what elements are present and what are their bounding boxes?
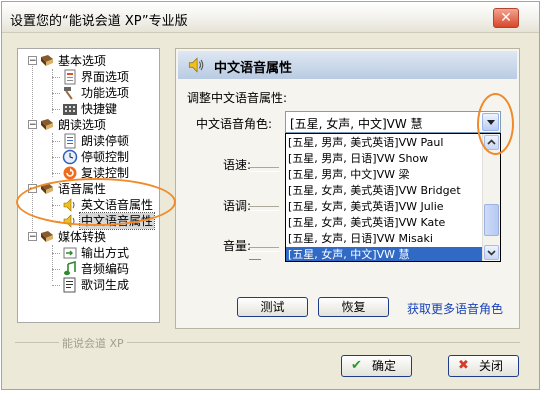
document-icon <box>64 133 76 149</box>
footer-divider: 能说会道 XP <box>15 335 520 351</box>
speed-label: 语速: <box>223 158 252 172</box>
lyrics-icon <box>63 277 76 293</box>
dropdown-option[interactable]: [五星, 女声, 日语]VW Misaki <box>286 231 483 247</box>
dropdown-option[interactable]: [五星, 女声, 美式英语]VW Bridget <box>286 183 483 199</box>
dropdown-option[interactable]: [五星, 男声, 美式英语]VW Paul <box>286 135 483 151</box>
ok-button[interactable]: ✔ 确定 <box>341 355 412 377</box>
speed-slider[interactable] <box>249 167 279 172</box>
speaker-icon <box>188 57 204 73</box>
volume-label: 音量: <box>223 239 252 253</box>
tree-line <box>52 245 53 281</box>
more-voices-link[interactable]: 获取更多语音角色 <box>407 300 503 317</box>
pitch-slider[interactable] <box>249 206 279 211</box>
group-label: 调整中文语音属性: <box>187 91 288 105</box>
tree-line <box>52 285 60 286</box>
voice-role-value: [五星, 女声, 中文]VW 慧 <box>290 117 423 131</box>
tree-item-audio-encoding[interactable]: 音频编码 <box>80 261 130 277</box>
panel-title: 中文语音属性 <box>214 61 293 76</box>
tree-line <box>52 133 53 177</box>
dropdown-option[interactable]: [五星, 男声, 日语]VW Show <box>286 151 483 167</box>
close-icon: ✖ <box>458 358 469 373</box>
book-icon <box>41 55 53 66</box>
tree-item-pause-control[interactable]: 停顿控制 <box>80 149 130 165</box>
hammer-icon <box>64 87 73 100</box>
panel-header: 中文语音属性 <box>178 51 517 79</box>
tree-item-interface[interactable]: 界面选项 <box>80 69 130 85</box>
form-icon <box>64 69 76 85</box>
tree-toggle-media[interactable]: − <box>28 232 37 242</box>
tree-line <box>52 77 60 78</box>
window-close-button[interactable]: ✕ <box>493 8 519 28</box>
chevron-down-icon <box>487 250 496 256</box>
scroll-thumb[interactable] <box>484 204 499 236</box>
tree-item-hotkeys[interactable]: 快捷键 <box>80 101 118 117</box>
tree-line <box>52 157 60 158</box>
volume-tick <box>249 259 261 262</box>
test-button[interactable]: 测试 <box>237 297 308 317</box>
tree-group-reading[interactable]: 朗读选项 <box>57 117 107 133</box>
keyboard-icon <box>63 104 77 115</box>
music-note-icon <box>64 261 76 276</box>
restore-button[interactable]: 恢复 <box>318 297 389 317</box>
close-button-label: 关闭 <box>479 359 504 373</box>
output-icon <box>63 247 77 259</box>
dropdown-option[interactable]: [五星, 女声, 美式英语]VW Julie <box>286 199 483 215</box>
tree-item-lyrics[interactable]: 歌词生成 <box>80 277 130 293</box>
pitch-label: 语调: <box>223 199 252 213</box>
tree-item-pause[interactable]: 朗读停顿 <box>80 133 130 149</box>
voice-role-dropdown[interactable]: [五星, 男声, 美式英语]VW Paul [五星, 男声, 日语]VW Sho… <box>285 133 501 262</box>
tree-toggle-reading[interactable]: − <box>28 120 37 130</box>
tree-line <box>52 141 60 142</box>
footer-brand: 能说会道 XP <box>59 335 127 351</box>
ok-button-label: 确定 <box>372 359 397 373</box>
tree-toggle-basic[interactable]: − <box>28 56 37 66</box>
tree-group-media[interactable]: 媒体转换 <box>57 229 107 245</box>
scroll-down-button[interactable] <box>484 245 499 260</box>
dropdown-option[interactable]: [五星, 男声, 中文]VW 梁 <box>286 167 483 183</box>
title-bar[interactable]: 设置您的“能说会道 XP”专业版 ✕ <box>2 2 539 33</box>
tree-line <box>52 69 53 113</box>
annotation-ring-voice-tree <box>16 178 176 226</box>
voice-role-select[interactable]: [五星, 女声, 中文]VW 慧 <box>285 111 501 133</box>
dropdown-option-selected[interactable]: [五星, 女声, 中文]VW 慧 <box>286 247 483 261</box>
clock-icon <box>62 149 78 165</box>
voice-role-label: 中文语音角色: <box>196 117 273 131</box>
tree-line <box>52 269 60 270</box>
book-icon <box>41 119 53 130</box>
tree-group-basic[interactable]: 基本选项 <box>57 53 107 69</box>
volume-slider[interactable] <box>249 247 279 252</box>
tree-item-functions[interactable]: 功能选项 <box>80 85 130 101</box>
book-icon <box>41 231 53 242</box>
window-title: 设置您的“能说会道 XP”专业版 <box>10 14 188 29</box>
tree-line <box>52 173 60 174</box>
dropdown-option[interactable]: [五星, 女声, 美式英语]VW Kate <box>286 215 483 231</box>
tree-line <box>52 253 60 254</box>
tree-line <box>52 93 60 94</box>
annotation-ring-dropdown <box>477 93 514 155</box>
tree-line <box>52 109 60 110</box>
close-button[interactable]: ✖ 关闭 <box>448 355 519 377</box>
check-icon: ✔ <box>351 358 362 373</box>
tree-item-output[interactable]: 输出方式 <box>80 245 130 261</box>
